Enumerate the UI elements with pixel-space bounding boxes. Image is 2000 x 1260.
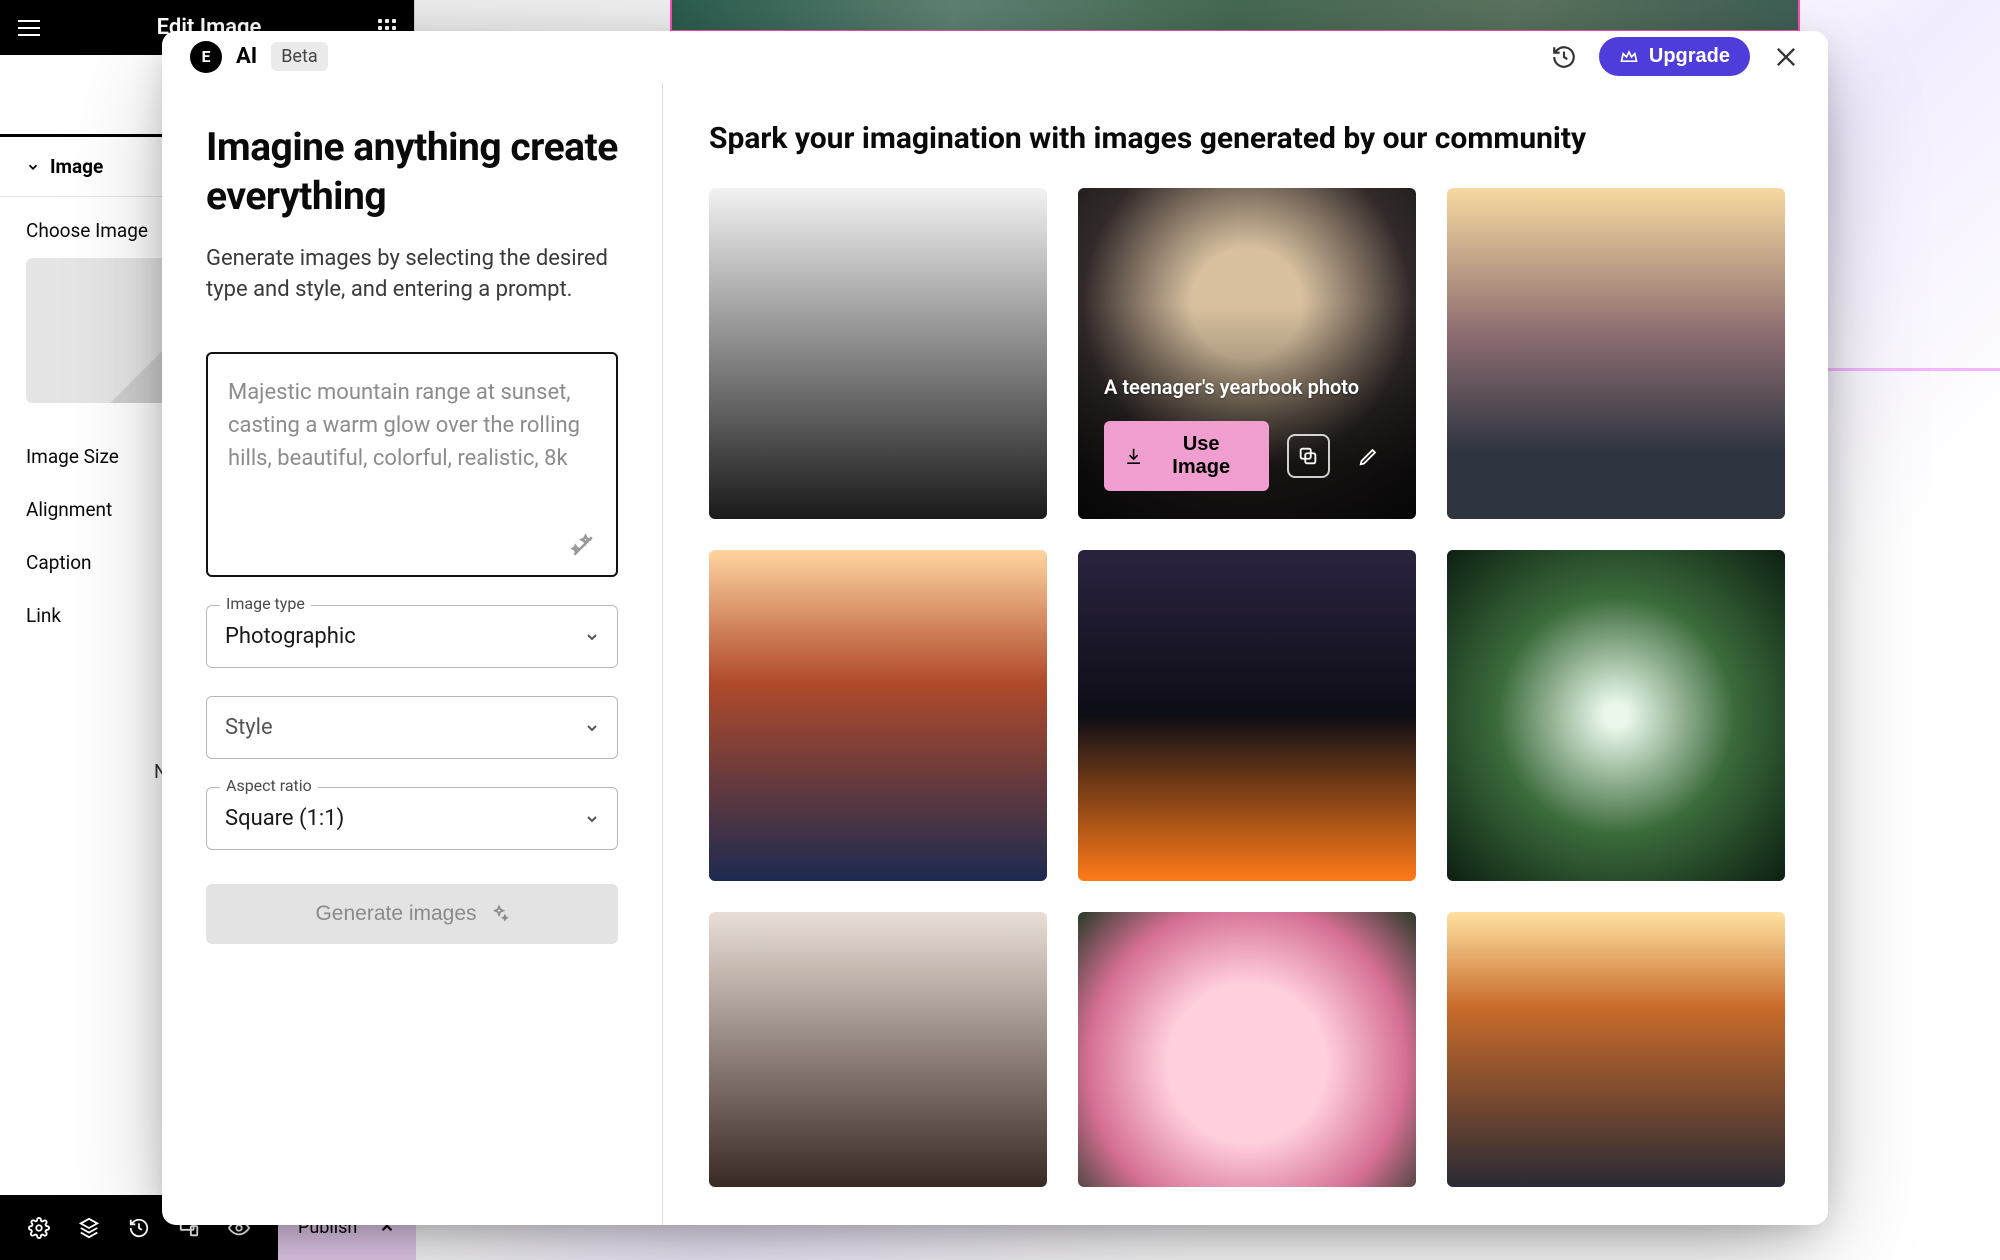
link-label: Link: [26, 604, 61, 627]
aspect-select[interactable]: Square (1:1): [206, 787, 618, 850]
aspect-select-wrap: Aspect ratio Square (1:1): [206, 787, 618, 850]
gallery-card-hovered[interactable]: A teenager's yearbook photo Use Image: [1078, 188, 1416, 519]
section-image-label: Image: [50, 155, 103, 178]
image-size-label: Image Size: [26, 445, 119, 468]
layers-icon[interactable]: [78, 1217, 100, 1239]
elementor-logo-icon: E: [190, 41, 222, 73]
gallery-card[interactable]: [709, 550, 1047, 881]
download-icon: [1124, 446, 1143, 466]
style-select-wrap: Style: [206, 696, 618, 759]
modal-right-panel: Spark your imagination with images gener…: [663, 83, 1828, 1225]
copy-icon: [1297, 445, 1319, 467]
choose-image-label: Choose Image: [26, 219, 148, 242]
use-image-button[interactable]: Use Image: [1104, 421, 1269, 491]
sparkle-icon: [489, 904, 509, 924]
style-select[interactable]: Style: [206, 696, 618, 759]
prompt-field-wrapper: [206, 352, 618, 577]
modal-left-panel: Imagine anything create everything Gener…: [162, 83, 663, 1225]
image-type-label: Image type: [220, 594, 311, 613]
gallery-grid: A teenager's yearbook photo Use Image: [709, 188, 1782, 881]
gallery-card[interactable]: [1447, 912, 1785, 1187]
caret-down-icon: [26, 160, 40, 174]
brand-ai-label: AI: [236, 44, 257, 69]
edit-button[interactable]: [1348, 434, 1390, 478]
card-overlay: A teenager's yearbook photo Use Image: [1078, 188, 1416, 519]
gallery-title: Spark your imagination with images gener…: [709, 121, 1782, 156]
enhance-wand-icon[interactable]: [568, 531, 598, 561]
image-type-select-wrap: Image type Photographic: [206, 605, 618, 668]
crown-icon: [1619, 47, 1639, 67]
close-icon[interactable]: [1772, 43, 1800, 71]
history-icon[interactable]: [128, 1217, 150, 1239]
gallery-card[interactable]: [709, 188, 1047, 519]
caption-label: Caption: [26, 551, 92, 574]
generate-label: Generate images: [315, 902, 476, 926]
history-icon[interactable]: [1551, 44, 1577, 70]
left-description: Generate images by selecting the desired…: [206, 243, 618, 307]
gallery-grid-row: [709, 912, 1782, 1187]
gallery-card[interactable]: [1078, 550, 1416, 881]
menu-icon[interactable]: [18, 20, 40, 36]
card-prompt-text: A teenager's yearbook photo: [1104, 375, 1390, 399]
modal-body: Imagine anything create everything Gener…: [162, 83, 1828, 1225]
gear-icon[interactable]: [28, 1217, 50, 1239]
gallery-card[interactable]: [1447, 550, 1785, 881]
modal-header-actions: Upgrade: [1551, 37, 1800, 76]
beta-badge: Beta: [271, 42, 327, 71]
ai-modal: E AI Beta Upgrade Imagine anything creat…: [162, 31, 1828, 1225]
prompt-textarea[interactable]: [228, 376, 596, 526]
gallery-card[interactable]: [1447, 188, 1785, 519]
generate-button[interactable]: Generate images: [206, 884, 618, 944]
use-image-label: Use Image: [1153, 433, 1249, 479]
upgrade-button[interactable]: Upgrade: [1599, 37, 1750, 76]
image-type-select[interactable]: Photographic: [206, 605, 618, 668]
canvas-selected-widget[interactable]: [670, 0, 1800, 32]
card-actions: Use Image: [1104, 421, 1390, 491]
upgrade-label: Upgrade: [1649, 45, 1730, 68]
alignment-label: Alignment: [26, 498, 112, 521]
gallery-card[interactable]: [709, 912, 1047, 1187]
aspect-label: Aspect ratio: [220, 776, 318, 795]
modal-brand: E AI Beta: [190, 41, 328, 73]
left-title: Imagine anything create everything: [206, 123, 618, 221]
gallery-card[interactable]: [1078, 912, 1416, 1187]
pencil-icon: [1358, 445, 1380, 467]
modal-header: E AI Beta Upgrade: [162, 31, 1828, 83]
copy-button[interactable]: [1287, 434, 1330, 478]
